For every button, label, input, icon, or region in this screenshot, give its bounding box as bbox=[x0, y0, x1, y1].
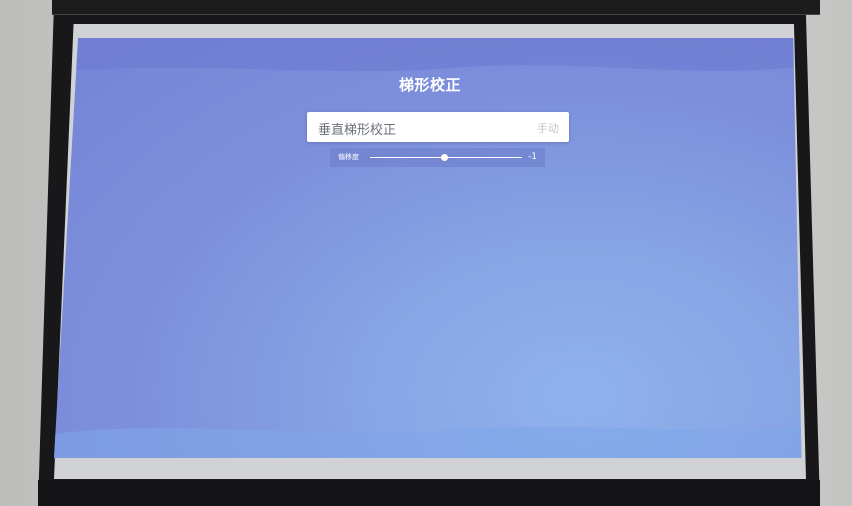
menu-item-label: 垂直梯形校正 bbox=[318, 123, 397, 138]
screen-top-case bbox=[52, 0, 820, 15]
screen-bottom-bar bbox=[38, 480, 820, 506]
slider-label: 偏移度 bbox=[338, 153, 359, 161]
bottom-wave-decoration bbox=[54, 426, 802, 458]
menu-item-value: 手动 bbox=[537, 122, 559, 135]
offset-slider-panel: 偏移度 -1 bbox=[330, 148, 545, 167]
vertical-keystone-item[interactable]: 垂直梯形校正 手动 bbox=[307, 112, 569, 142]
offset-slider[interactable] bbox=[370, 154, 522, 161]
page-title: 梯形校正 bbox=[398, 76, 461, 94]
slider-thumb[interactable] bbox=[441, 154, 449, 161]
projected-display: 梯形校正 垂直梯形校正 手动 偏移度 -1 bbox=[54, 38, 802, 458]
slider-value: -1 bbox=[528, 152, 537, 162]
